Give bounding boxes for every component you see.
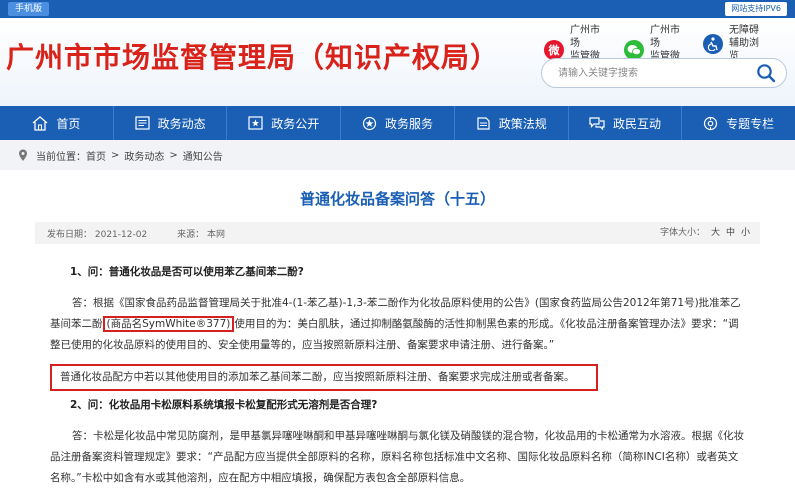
nav-item-interact[interactable]: 政民互动	[569, 106, 683, 140]
font-small-button[interactable]: 小	[741, 228, 750, 238]
search-input[interactable]	[558, 65, 748, 81]
home-icon	[32, 115, 48, 131]
font-large-button[interactable]: 大	[711, 228, 720, 238]
article-title: 普通化妆品备案问答（十五）	[299, 190, 495, 208]
site-header: 广州市市场监督管理局（知识产权局） 微 广州市场监管微博 广州市场监管微信 无障…	[0, 18, 795, 106]
accessibility-icon	[703, 33, 723, 54]
main-nav: 首页 政务动态 政务公开 政务服务 政策法规 政民互动 专题专栏	[0, 106, 795, 140]
service-icon	[362, 116, 377, 130]
article-content: 1、问：普通化妆品是否可以使用苯乙基间苯二酚? 答：根据《国家食品药品监督管理局…	[50, 262, 745, 489]
article-source: 来源： 本网	[177, 229, 226, 240]
mobile-version-link[interactable]: 手机版	[8, 2, 50, 16]
nav-item-home[interactable]: 首页	[0, 106, 114, 140]
article-meta: 发布日期： 2021-12-02 来源： 本网 字体大小：大中小	[35, 222, 760, 244]
top-bar: 手机版 网站支持IPV6	[0, 0, 795, 18]
wechat-icon	[624, 40, 644, 60]
answer-2: 答：卡松是化妆品中常见防腐剂，是甲基氯异噻唑啉酮和甲基异噻唑啉酮与氯化镁及硝酸镁…	[50, 430, 744, 484]
breadcrumb-home[interactable]: 首页	[86, 148, 106, 163]
nav-item-topic[interactable]: 专题专栏	[682, 106, 795, 140]
interact-icon	[589, 117, 605, 130]
font-size-controls: 字体大小：大中小	[659, 228, 750, 238]
breadcrumb-separator: >	[111, 149, 120, 161]
law-icon	[477, 116, 490, 130]
location-pin-icon	[19, 149, 27, 161]
nav-item-public[interactable]: 政务公开	[227, 106, 342, 140]
publish-date: 发布日期： 2021-12-02	[47, 229, 148, 240]
news-icon	[134, 116, 150, 130]
search-box	[541, 58, 787, 88]
article: 普通化妆品备案问答（十五） 发布日期： 2021-12-02 来源： 本网 字体…	[0, 170, 795, 496]
weibo-icon: 微	[544, 40, 564, 60]
star-doc-icon	[248, 116, 263, 130]
breadcrumb-news[interactable]: 政务动态	[124, 148, 164, 163]
highlight-box-conclusion: 普通化妆品配方中若以其他使用目的添加苯乙基间苯二酚，应当按照新原料注册、备案要求…	[50, 364, 598, 391]
question-2: 2、问：化妆品用卡松原料系统填报卡松复配形式无溶剂是否合理?	[70, 399, 378, 411]
site-title[interactable]: 广州市市场监督管理局（知识产权局）	[6, 36, 499, 76]
breadcrumb-separator: >	[169, 149, 178, 161]
ipv6-badge: 网站支持IPV6	[725, 2, 787, 16]
search-icon[interactable]	[756, 63, 776, 83]
question-1: 1、问：普通化妆品是否可以使用苯乙基间苯二酚?	[70, 266, 304, 278]
breadcrumb: 当前位置： 首页 > 政务动态 > 通知公告	[0, 140, 795, 170]
nav-item-service[interactable]: 政务服务	[341, 106, 455, 140]
answer-1: 答：根据《国家食品药品监督管理局关于批准4-(1-苯乙基)-1,3-苯二酚作为化…	[50, 297, 741, 351]
breadcrumb-notice[interactable]: 通知公告	[183, 148, 223, 163]
topic-icon	[704, 116, 718, 130]
font-medium-button[interactable]: 中	[726, 228, 735, 238]
breadcrumb-prefix: 当前位置：	[36, 151, 86, 163]
highlight-box-trade-name: (商品名SymWhite®377)	[102, 316, 235, 332]
nav-item-policy[interactable]: 政策法规	[455, 106, 569, 140]
nav-item-news[interactable]: 政务动态	[114, 106, 228, 140]
